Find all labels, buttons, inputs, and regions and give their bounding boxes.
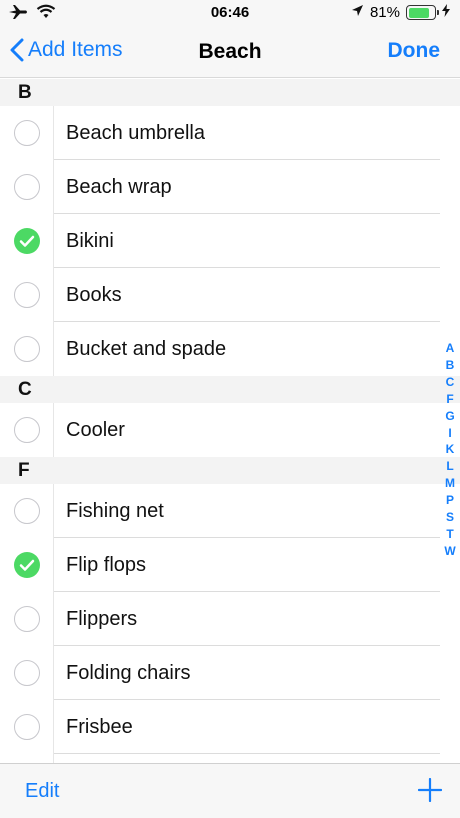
list-item[interactable]: Cooler: [0, 403, 460, 457]
plus-icon: [417, 777, 443, 803]
section-header-c: C: [0, 376, 460, 403]
item-label: Flippers: [66, 607, 138, 630]
items-list: B Beach umbrella Beach wrap Bikini Books…: [0, 79, 460, 763]
checkmark-icon: [19, 559, 34, 571]
item-label: Flip flops: [66, 553, 147, 576]
charging-bolt-icon: [442, 4, 450, 21]
item-label: Cooler: [66, 418, 125, 441]
checkbox[interactable]: [13, 282, 40, 308]
list-item[interactable]: Folding chairs: [0, 646, 460, 700]
status-bar: 06:46 81%: [0, 0, 460, 26]
index-letter[interactable]: B: [446, 357, 455, 374]
index-letter[interactable]: G: [445, 408, 454, 425]
list-item[interactable]: Frisbee: [0, 700, 460, 754]
item-label: Bikini: [66, 229, 114, 252]
battery-percent: 81%: [369, 4, 400, 21]
index-letter[interactable]: W: [444, 543, 455, 560]
chevron-left-icon: [10, 38, 24, 62]
location-arrow-icon: [351, 4, 364, 21]
item-label: Frisbee: [66, 715, 133, 738]
checkbox[interactable]: [13, 174, 40, 200]
item-label: Beach umbrella: [66, 121, 205, 144]
checkbox[interactable]: [13, 417, 40, 443]
checkbox[interactable]: [13, 498, 40, 524]
checkmark-icon: [19, 235, 34, 247]
checkbox[interactable]: [13, 660, 40, 686]
add-button[interactable]: [417, 777, 443, 807]
section-header-b: B: [0, 79, 460, 106]
list-item-partial[interactable]: [0, 754, 460, 763]
checkbox[interactable]: [13, 714, 40, 740]
index-letter[interactable]: P: [446, 492, 454, 509]
index-letter[interactable]: K: [446, 441, 455, 458]
checkbox[interactable]: [13, 120, 40, 146]
checkbox-checked[interactable]: [13, 552, 40, 578]
list-item[interactable]: Flippers: [0, 592, 460, 646]
index-letter[interactable]: A: [446, 340, 455, 357]
list-item[interactable]: Flip flops: [0, 538, 460, 592]
item-label: Beach wrap: [66, 175, 172, 198]
battery-icon: [406, 5, 439, 20]
list-item[interactable]: Books: [0, 268, 460, 322]
index-letter[interactable]: F: [446, 391, 453, 408]
index-letter[interactable]: T: [446, 526, 453, 543]
checkbox[interactable]: [13, 606, 40, 632]
item-label: Bucket and spade: [66, 337, 227, 360]
bottom-toolbar: Edit: [0, 763, 460, 818]
status-right: 81%: [351, 4, 450, 21]
item-label: Books: [66, 283, 122, 306]
item-label: Fishing net: [66, 499, 164, 522]
index-letter[interactable]: I: [448, 425, 451, 442]
index-letter[interactable]: M: [445, 475, 455, 492]
list-item[interactable]: Beach wrap: [0, 160, 460, 214]
list-item[interactable]: Bucket and spade: [0, 322, 460, 376]
checkbox[interactable]: [13, 336, 40, 362]
section-index[interactable]: A B C F G I K L M P S T W: [443, 340, 457, 560]
done-button[interactable]: Done: [388, 39, 441, 63]
back-button-label: Add Items: [28, 38, 123, 61]
battery-level: [408, 7, 429, 18]
back-button[interactable]: Add Items: [10, 38, 123, 62]
index-letter[interactable]: S: [446, 509, 454, 526]
section-header-f: F: [0, 457, 460, 484]
item-label: Folding chairs: [66, 661, 191, 684]
edit-button[interactable]: Edit: [25, 780, 59, 803]
checkbox-checked[interactable]: [13, 228, 40, 254]
index-letter[interactable]: L: [446, 458, 453, 475]
list-item[interactable]: Beach umbrella: [0, 106, 460, 160]
list-item[interactable]: Fishing net: [0, 484, 460, 538]
index-letter[interactable]: C: [446, 374, 455, 391]
list-item[interactable]: Bikini: [0, 214, 460, 268]
navigation-bar: Add Items Beach Done: [0, 26, 460, 78]
